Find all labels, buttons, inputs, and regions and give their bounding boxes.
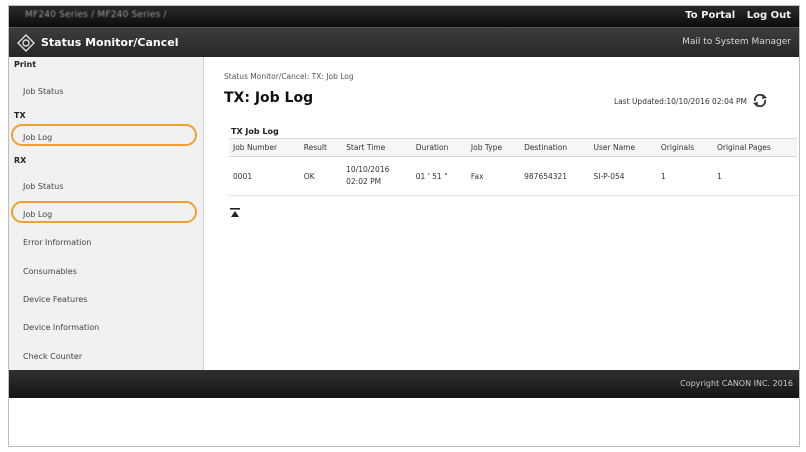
cell-original-pages: 1	[712, 156, 797, 196]
title-bar: Status Monitor/Cancel Mail to System Man…	[9, 27, 799, 57]
to-portal-link[interactable]: To Portal	[685, 10, 735, 21]
sidebar-item-tx-job-log[interactable]: Job Log	[23, 133, 52, 142]
refresh-icon[interactable]	[751, 92, 769, 108]
copyright-text: Copyright CANON INC. 2016	[680, 379, 793, 388]
page-first-icon[interactable]	[230, 208, 240, 218]
tx-job-log-table: Job Number Result Start Time Duration Jo…	[229, 138, 797, 196]
start-time-clock: 02:02 PM	[346, 177, 382, 186]
table-header-row: Job Number Result Start Time Duration Jo…	[229, 138, 797, 157]
cell-start-time: 10/10/2016 02:02 PM	[342, 156, 412, 196]
sidebar-item-error-information[interactable]: Error Information	[23, 238, 91, 247]
top-links: To Portal Log Out	[677, 10, 791, 21]
sidebar-item-rx-job-log[interactable]: Job Log	[23, 210, 52, 219]
mail-to-system-manager-link[interactable]: Mail to System Manager	[682, 37, 791, 47]
sidebar-section-print: Print	[14, 60, 37, 69]
footer: Copyright CANON INC. 2016	[9, 370, 799, 398]
cell-job-number: 0001	[229, 156, 300, 196]
sidebar-item-check-counter[interactable]: Check Counter	[23, 352, 82, 361]
col-start-time: Start Time	[342, 138, 412, 157]
cell-result: OK	[299, 156, 343, 196]
main-content: Status Monitor/Cancel: TX: Job Log TX: J…	[204, 57, 799, 370]
col-original-pages: Original Pages	[712, 138, 797, 157]
table-row: 0001 OK 10/10/2016 02:02 PM 01 ' 51 " Fa…	[229, 156, 797, 196]
col-job-type: Job Type	[466, 138, 521, 157]
col-job-number: Job Number	[229, 138, 300, 157]
last-updated-text: Last Updated:10/10/2016 02:04 PM	[613, 97, 747, 106]
col-destination: Destination	[520, 138, 590, 157]
sidebar-item-device-information[interactable]: Device Information	[23, 323, 99, 332]
tx-job-log-table-wrapper: TX Job Log Job Number Result Start Time …	[229, 125, 797, 196]
sidebar-item-consumables[interactable]: Consumables	[23, 267, 77, 276]
sidebar-item-rx-job-status[interactable]: Job Status	[23, 182, 63, 191]
start-time-date: 10/10/2016	[346, 165, 390, 174]
app-title: Status Monitor/Cancel	[41, 36, 179, 49]
col-result: Result	[299, 138, 343, 157]
sidebar: Print Job Status TX Job Log RX Job Statu…	[9, 57, 204, 370]
page: MF240 Series / MF240 Series / To Portal …	[0, 0, 806, 452]
sidebar-section-tx: TX	[14, 111, 26, 120]
sidebar-item-print-job-status[interactable]: Job Status	[23, 87, 63, 96]
status-monitor-icon	[17, 34, 35, 52]
device-model-text: MF240 Series / MF240 Series /	[25, 10, 167, 20]
sidebar-item-device-features[interactable]: Device Features	[23, 295, 87, 304]
cell-duration: 01 ' 51 "	[411, 156, 467, 196]
sidebar-section-rx: RX	[14, 156, 27, 165]
col-originals: Originals	[656, 138, 713, 157]
cell-job-type: Fax	[466, 156, 521, 196]
page-title: TX: Job Log	[224, 90, 314, 106]
breadcrumb: Status Monitor/Cancel: TX: Job Log	[224, 72, 354, 81]
cell-originals: 1	[656, 156, 713, 196]
browser-frame: MF240 Series / MF240 Series / To Portal …	[8, 5, 800, 447]
table-title: TX Job Log	[231, 127, 279, 136]
top-bar: MF240 Series / MF240 Series / To Portal …	[9, 6, 799, 27]
log-out-link[interactable]: Log Out	[747, 10, 791, 21]
col-user-name: User Name	[589, 138, 657, 157]
cell-user-name: SI-P-054	[589, 156, 657, 196]
cell-destination: 987654321	[520, 156, 590, 196]
col-duration: Duration	[411, 138, 467, 157]
